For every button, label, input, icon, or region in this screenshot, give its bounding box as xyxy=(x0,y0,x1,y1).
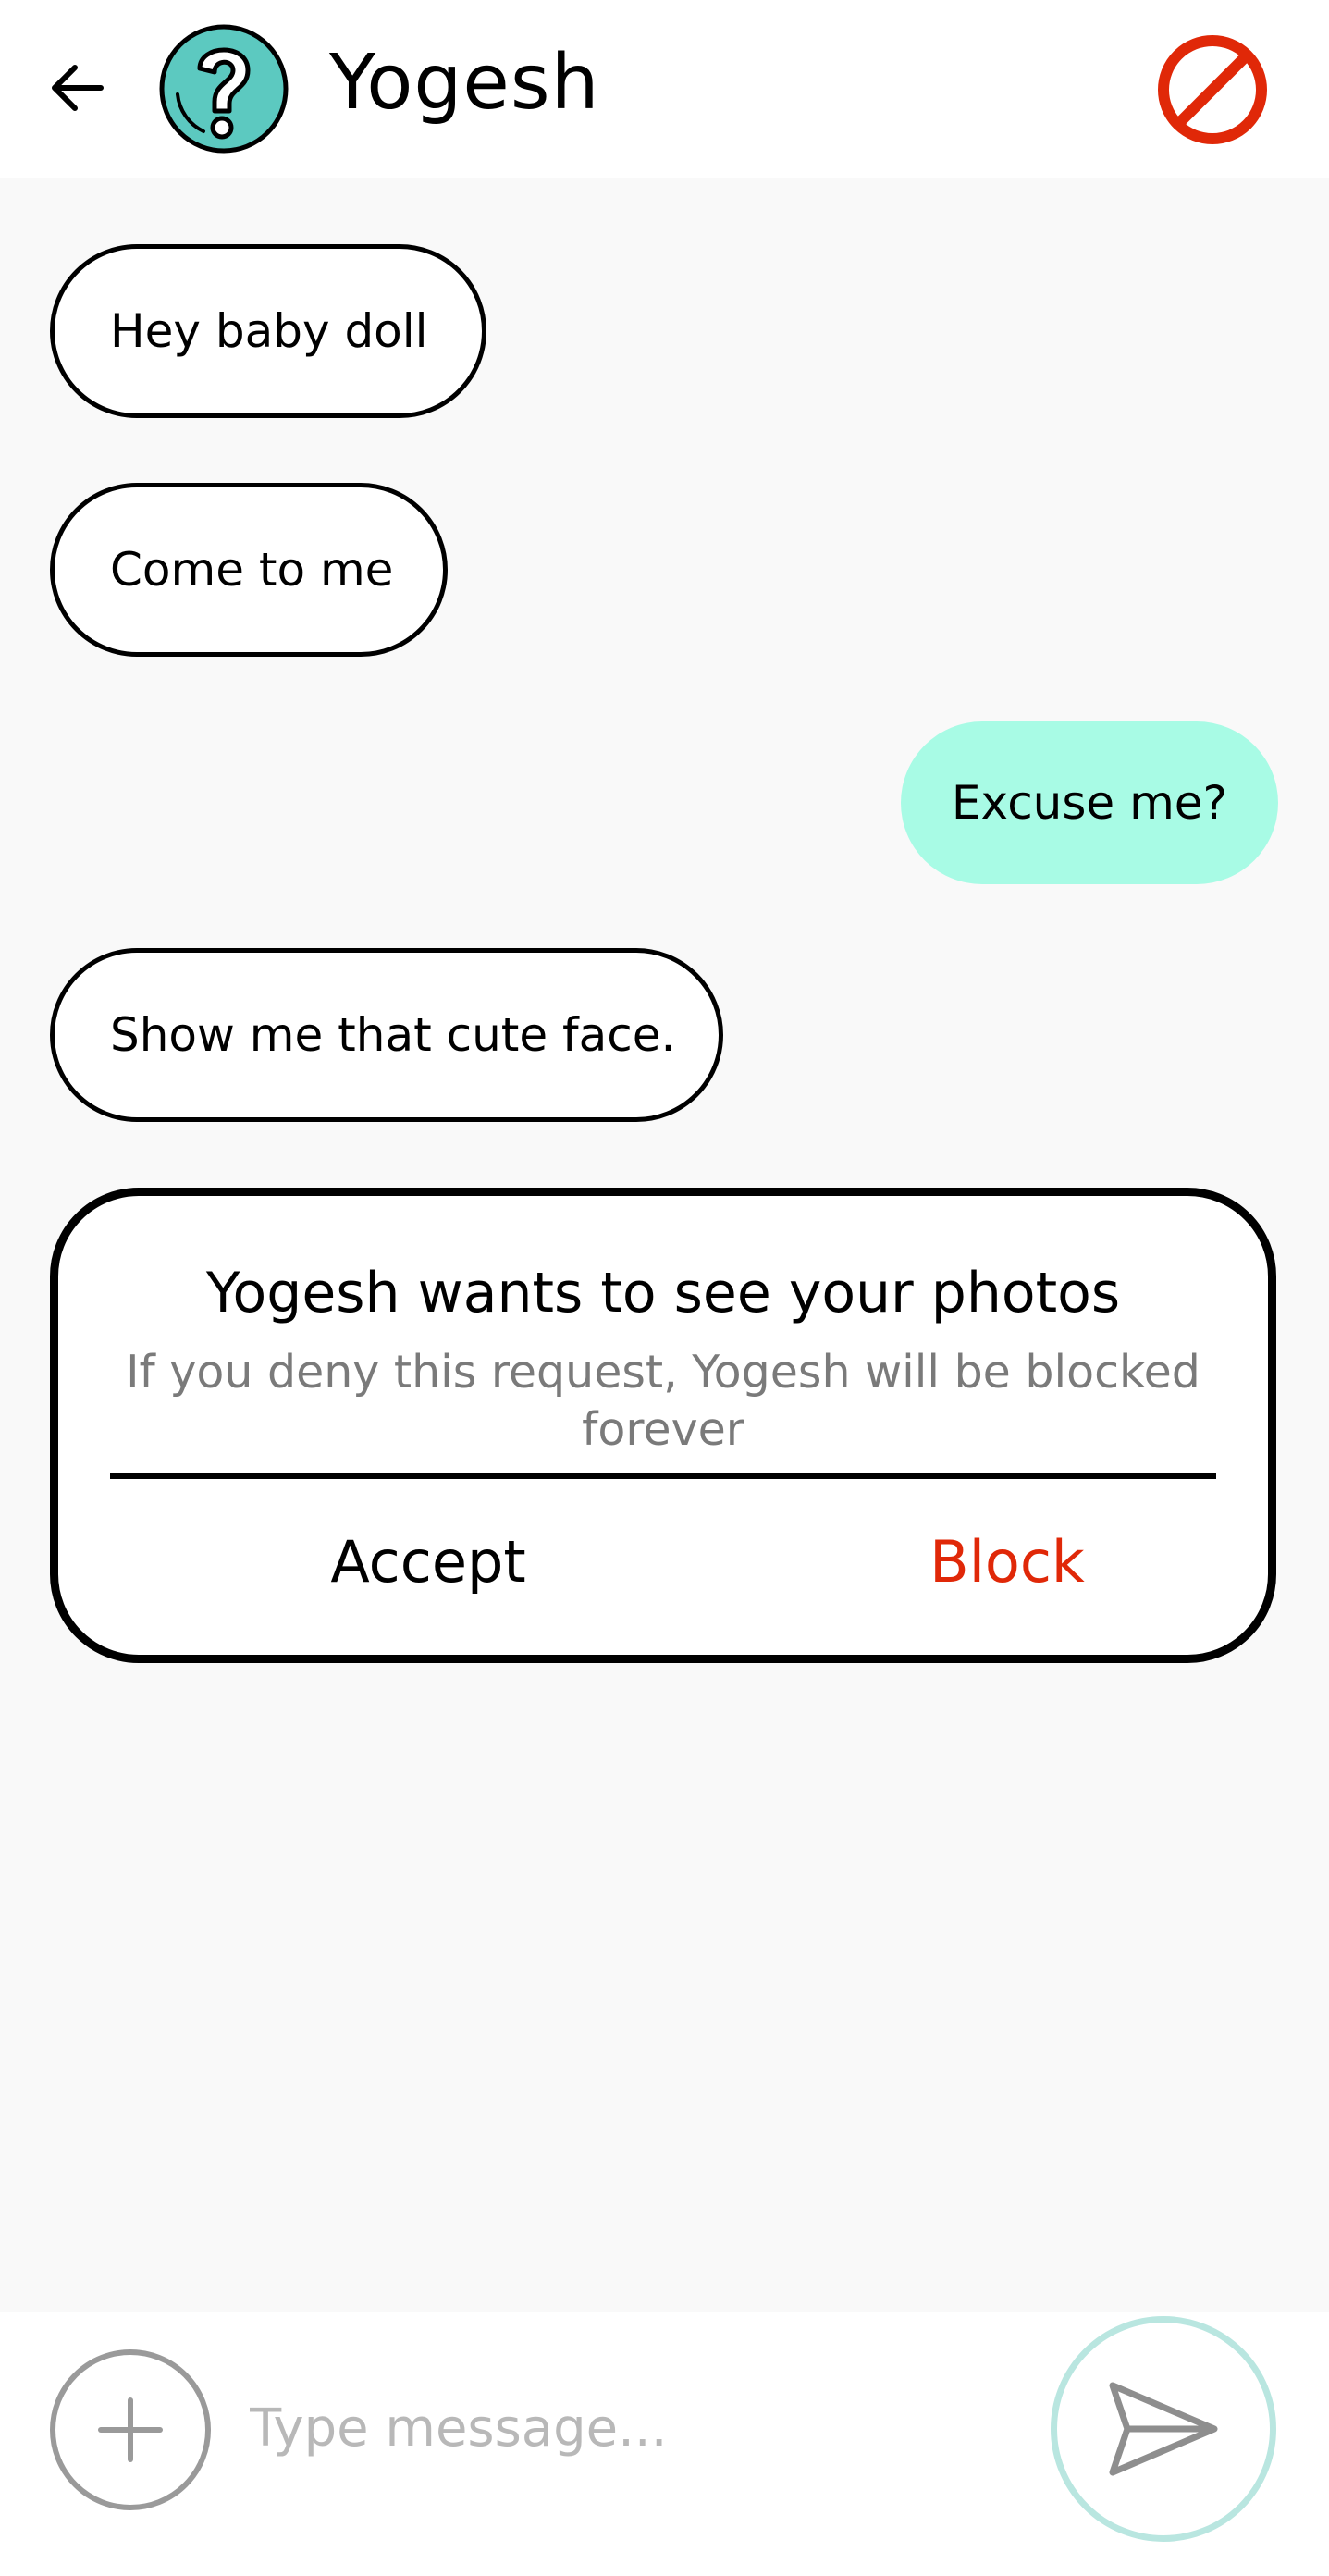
arrow-left-icon xyxy=(52,65,104,111)
plus-icon xyxy=(98,2397,163,2462)
incoming-message-bubble: Come to me xyxy=(50,483,448,657)
message-text: Excuse me? xyxy=(951,776,1228,830)
photo-request-card: Yogesh wants to see your photos If you d… xyxy=(50,1188,1276,1663)
send-button[interactable] xyxy=(1051,2316,1276,2542)
back-button[interactable] xyxy=(44,55,109,120)
accept-button[interactable]: Accept xyxy=(243,1510,613,1612)
incoming-message-bubble: Show me that cute face. xyxy=(50,948,723,1122)
message-input[interactable] xyxy=(250,2368,1008,2488)
message-composer xyxy=(0,2312,1329,2576)
divider xyxy=(110,1473,1216,1479)
contact-name: Yogesh xyxy=(329,39,600,127)
message-text: Hey baby doll xyxy=(110,304,428,358)
request-title: Yogesh wants to see your photos xyxy=(205,1261,1121,1325)
block-button[interactable]: Block xyxy=(822,1510,1192,1612)
chat-header: Yogesh xyxy=(0,0,1329,178)
request-subtitle: If you deny this request, Yogesh will be… xyxy=(126,1346,1200,1456)
outgoing-message-bubble: Excuse me? xyxy=(901,721,1278,884)
prohibited-icon xyxy=(1158,35,1267,144)
chat-screen: Yogesh Hey baby doll Come to me Excuse m… xyxy=(0,0,1329,2576)
paper-plane-icon xyxy=(1109,2382,1218,2476)
incoming-message-bubble: Hey baby doll xyxy=(50,244,486,418)
message-text: Come to me xyxy=(110,543,394,597)
add-attachment-button[interactable] xyxy=(50,2349,211,2510)
question-mark-avatar-icon[interactable] xyxy=(157,22,290,155)
message-text: Show me that cute face. xyxy=(110,1008,676,1062)
block-user-button[interactable] xyxy=(1154,31,1271,148)
